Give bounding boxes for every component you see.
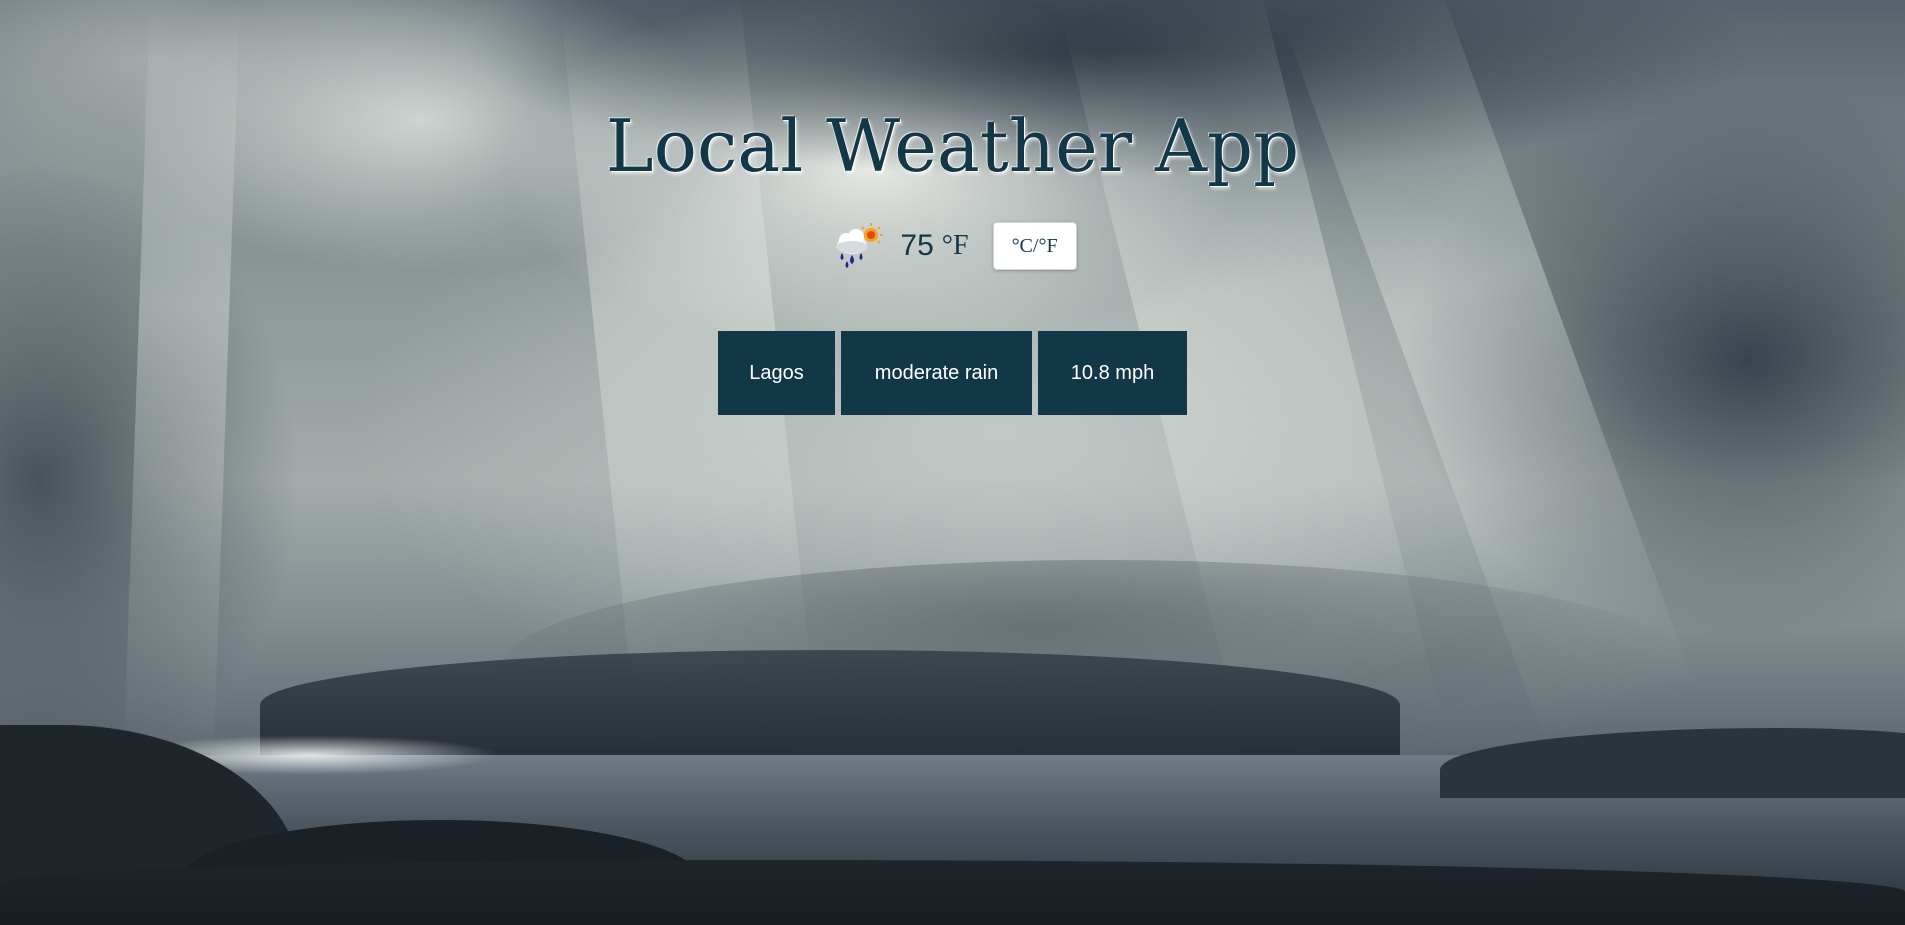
- city-box: Lagos: [718, 331, 835, 415]
- weather-app: Local Weather App 75 °F °C/°F Lagos mode…: [0, 0, 1905, 925]
- current-temperature-row: 75 °F °C/°F: [0, 218, 1905, 274]
- unit-toggle-button[interactable]: °C/°F: [992, 222, 1077, 270]
- temperature-value: 75: [900, 229, 934, 262]
- page-title: Local Weather App: [605, 104, 1300, 188]
- weather-details: Lagos moderate rain 10.8 mph: [0, 331, 1905, 415]
- weather-description-box: moderate rain: [841, 331, 1032, 415]
- temperature-unit: °F: [941, 230, 969, 261]
- wind-speed-box: 10.8 mph: [1038, 331, 1187, 415]
- rain-cloud-with-sun-icon: [836, 223, 884, 268]
